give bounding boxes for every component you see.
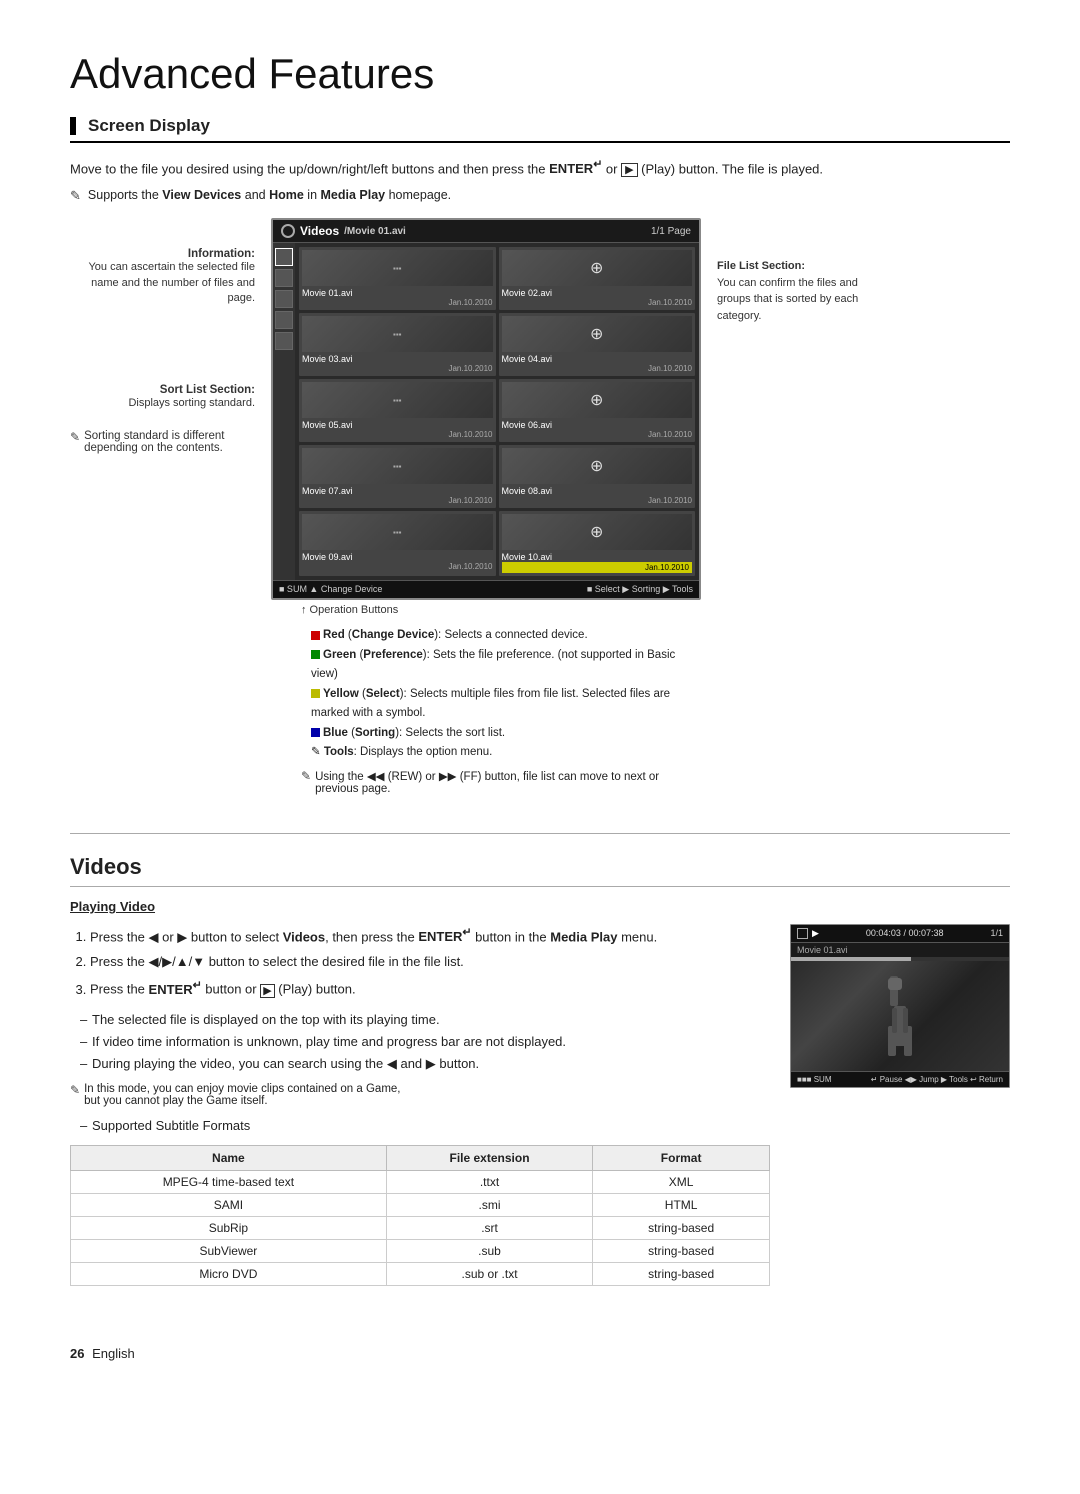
thumb-item: ⊕ Movie 10.avi Jan.10.2010 <box>499 511 696 576</box>
left-annotations: Information: You can ascertain the selec… <box>70 218 255 803</box>
video-screen-footer: ■■■ SUM ↵ Pause ◀▶ Jump ▶ Tools ↩ Return <box>791 1071 1009 1087</box>
operation-buttons-list: Red (Change Device): Selects a connected… <box>301 626 701 763</box>
thumb-item: ⊕ Movie 08.avi Jan.10.2010 <box>499 445 696 508</box>
annotation-sort-list: Sort List Section: Displays sorting stan… <box>70 384 255 411</box>
steps-list: Press the ◀ or ▶ button to select Videos… <box>70 924 770 1001</box>
page-title: Advanced Features <box>70 50 1010 98</box>
thumb-item: ⊕ Movie 04.avi Jan.10.2010 <box>499 313 696 376</box>
table-row: SubRip .srt string-based <box>71 1217 770 1240</box>
screen-body: ▪▪▪ Movie 01.avi Jan.10.2010 ⊕ Movie 02.… <box>273 243 699 580</box>
annotation-sorting-note: Sorting standard is different depending … <box>70 430 255 454</box>
and-text: and <box>400 1056 422 1071</box>
thumb-item: ⊕ Movie 06.avi Jan.10.2010 <box>499 379 696 442</box>
subtitle-table: Name File extension Format MPEG-4 time-b… <box>70 1145 770 1286</box>
note-media-play: Supports the View Devices and Home in Me… <box>70 188 1010 204</box>
bullet-2: If video time information is unknown, pl… <box>80 1031 770 1053</box>
step-2: Press the ◀/▶/▲/▼ button to select the d… <box>90 951 770 973</box>
screen-display-heading: Screen Display <box>70 116 1010 143</box>
videos-section: Videos Playing Video Press the ◀ or ▶ bu… <box>70 854 1010 1286</box>
table-row: Micro DVD .sub or .txt string-based <box>71 1263 770 1286</box>
col-extension: File extension <box>386 1146 592 1171</box>
table-row: MPEG-4 time-based text .ttxt XML <box>71 1171 770 1194</box>
op-btn-blue: Blue (Sorting): Selects the sort list. <box>311 724 701 744</box>
video-page-num: 1/1 <box>990 928 1003 938</box>
video-screen-header: ▶ 00:04:03 / 00:07:38 1/1 <box>791 925 1009 943</box>
video-screen-body <box>791 961 1009 1071</box>
thumb-item: ▪▪▪ Movie 09.avi Jan.10.2010 <box>299 511 496 576</box>
op-btn-yellow: Yellow (Select): Selects multiple files … <box>311 685 701 724</box>
op-btn-red: Red (Change Device): Selects a connected… <box>311 626 701 646</box>
globe-icon-small <box>797 928 808 939</box>
thumb-item: ▪▪▪ Movie 07.avi Jan.10.2010 <box>299 445 496 508</box>
operation-buttons-label: ↑ Operation Buttons <box>301 604 701 616</box>
intro-paragraph: Move to the file you desired using the u… <box>70 157 1010 180</box>
bullet-1: The selected file is displayed on the to… <box>80 1009 770 1031</box>
note-rew-ff: Using the ◀◀ (REW) or ▶▶ (FF) button, fi… <box>301 769 701 795</box>
thumb-grid: ▪▪▪ Movie 01.avi Jan.10.2010 ⊕ Movie 02.… <box>295 243 699 580</box>
step-3: Press the ENTER↵ button or ▶ (Play) butt… <box>90 976 770 1000</box>
separator <box>70 833 1010 834</box>
bullets-list: The selected file is displayed on the to… <box>70 1009 770 1075</box>
screen-display-area: Information: You can ascertain the selec… <box>70 218 1010 803</box>
playing-video-heading: Playing Video <box>70 899 1010 914</box>
video-content-area: Press the ◀ or ▶ button to select Videos… <box>70 924 1010 1286</box>
thumb-item: ▪▪▪ Movie 01.avi Jan.10.2010 <box>299 247 496 310</box>
screen-mockup: Videos /Movie 01.avi 1/1 Page <box>271 218 701 600</box>
screen-footer: ■ SUM ▲ Change Device ■ Select ▶ Sorting… <box>273 580 699 598</box>
operation-buttons-area: Red (Change Device): Selects a connected… <box>301 626 701 763</box>
thumb-item: ▪▪▪ Movie 03.avi Jan.10.2010 <box>299 313 496 376</box>
thumb-item: ▪▪▪ Movie 05.avi Jan.10.2010 <box>299 379 496 442</box>
screen-display-section: Screen Display Move to the file you desi… <box>70 116 1010 803</box>
right-annotations: File List Section: You can confirm the f… <box>717 218 882 803</box>
table-row: SAMI .smi HTML <box>71 1194 770 1217</box>
annotation-information: Information: You can ascertain the selec… <box>70 248 255 306</box>
op-btn-green: Green (Preference): Sets the file prefer… <box>311 646 701 685</box>
screen-header: Videos /Movie 01.avi 1/1 Page <box>273 220 699 243</box>
video-filename: Movie 01.avi <box>791 943 1009 957</box>
giraffe-svg <box>860 966 940 1066</box>
giraffe-image <box>791 961 1009 1071</box>
video-right: ▶ 00:04:03 / 00:07:38 1/1 Movie 01.avi <box>790 924 1010 1286</box>
video-screen: ▶ 00:04:03 / 00:07:38 1/1 Movie 01.avi <box>790 924 1010 1088</box>
screen-side-nav <box>273 243 295 580</box>
col-format: Format <box>593 1146 770 1171</box>
page-footer: 26 English <box>70 1346 1010 1361</box>
supported-subtitle: Supported Subtitle Formats <box>80 1115 770 1137</box>
note-game-mode: In this mode, you can enjoy movie clips … <box>70 1083 770 1107</box>
step-1: Press the ◀ or ▶ button to select Videos… <box>90 924 770 948</box>
globe-icon <box>281 224 295 238</box>
videos-heading: Videos <box>70 854 1010 887</box>
subtitle-bullet: Supported Subtitle Formats <box>70 1115 770 1137</box>
op-btn-tools: ✎ Tools: Displays the option menu. <box>311 743 701 763</box>
video-time-display: 00:04:03 / 00:07:38 <box>866 928 944 938</box>
table-row: SubViewer .sub string-based <box>71 1240 770 1263</box>
screen-container: Videos /Movie 01.avi 1/1 Page <box>271 218 701 803</box>
bullet-3: During playing the video, you can search… <box>80 1053 770 1075</box>
thumb-item: ⊕ Movie 02.avi Jan.10.2010 <box>499 247 696 310</box>
col-name: Name <box>71 1146 387 1171</box>
video-left: Press the ◀ or ▶ button to select Videos… <box>70 924 770 1286</box>
